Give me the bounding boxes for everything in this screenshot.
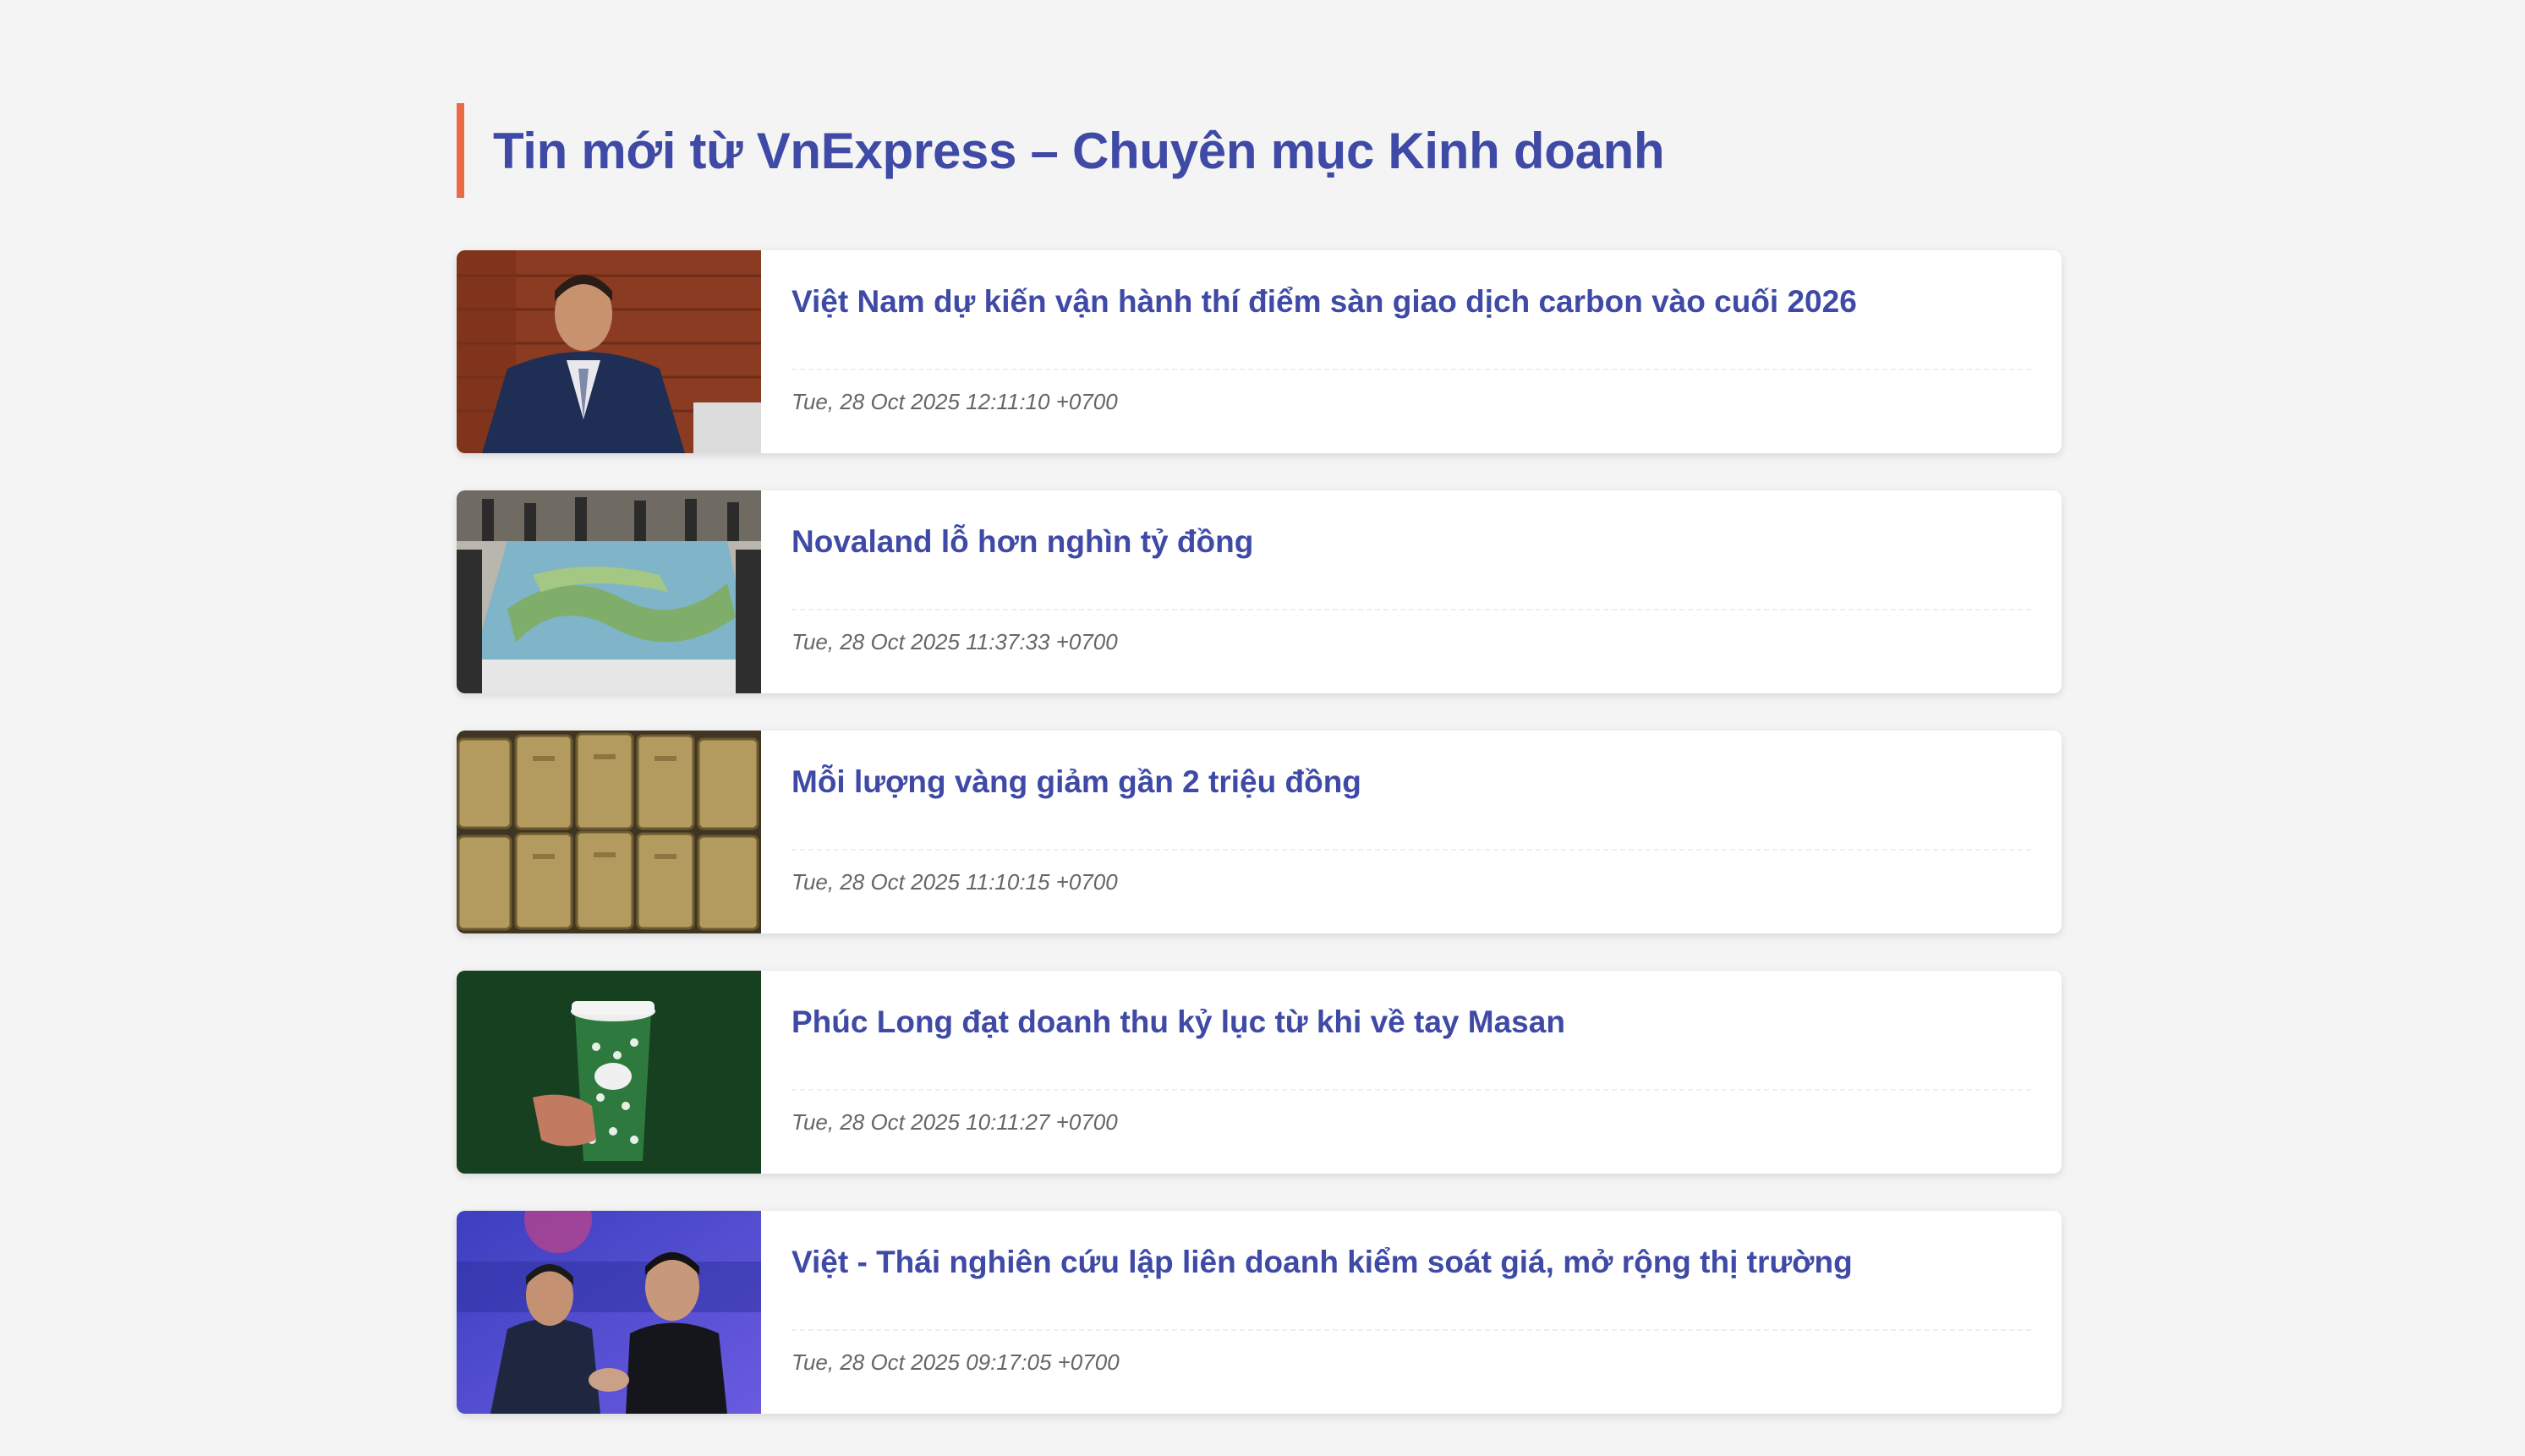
news-date: Tue, 28 Oct 2025 09:17:05 +0700 [791,1349,1120,1375]
gold-bars-photo[interactable] [457,731,761,933]
news-card[interactable]: Việt Nam dự kiến vận hành thí điểm sàn g… [457,250,2062,453]
news-title-link[interactable]: Việt - Thái nghiên cứu lập liên doanh ki… [791,1211,2031,1329]
news-date: Tue, 28 Oct 2025 10:11:27 +0700 [791,1109,1118,1135]
news-card-body: Mỗi lượng vàng giảm gần 2 triệu đồng Tue… [761,731,2062,933]
news-card-body: Phúc Long đạt doanh thu kỷ lục từ khi về… [761,971,2062,1174]
news-list: Việt Nam dự kiến vận hành thí điểm sàn g… [457,250,2062,1451]
news-card[interactable]: Mỗi lượng vàng giảm gần 2 triệu đồng Tue… [457,731,2062,933]
page-title: Tin mới từ VnExpress – Chuyên mục Kinh d… [457,103,1665,198]
handshake-photo[interactable] [457,1211,761,1414]
news-title-link[interactable]: Novaland lỗ hơn nghìn tỷ đồng [791,490,2031,609]
speaker-at-podium-photo[interactable] [457,250,761,453]
news-card-body: Novaland lỗ hơn nghìn tỷ đồng Tue, 28 Oc… [761,490,2062,693]
coffee-cup-photo[interactable] [457,971,761,1174]
news-date: Tue, 28 Oct 2025 11:10:15 +0700 [791,869,1118,895]
news-title-link[interactable]: Mỗi lượng vàng giảm gần 2 triệu đồng [791,731,2031,849]
news-card[interactable]: Phúc Long đạt doanh thu kỷ lục từ khi về… [457,971,2062,1174]
news-card-body: Việt Nam dự kiến vận hành thí điểm sàn g… [761,250,2062,453]
news-card-body: Việt - Thái nghiên cứu lập liên doanh ki… [761,1211,2062,1414]
news-card[interactable]: Việt - Thái nghiên cứu lập liên doanh ki… [457,1211,2062,1414]
news-date: Tue, 28 Oct 2025 11:37:33 +0700 [791,629,1118,654]
news-title-link[interactable]: Phúc Long đạt doanh thu kỷ lục từ khi về… [791,971,2031,1089]
news-card[interactable]: Novaland lỗ hơn nghìn tỷ đồng Tue, 28 Oc… [457,490,2062,693]
news-date: Tue, 28 Oct 2025 12:11:10 +0700 [791,389,1118,414]
news-title-link[interactable]: Việt Nam dự kiến vận hành thí điểm sàn g… [791,250,2031,369]
real-estate-model-photo[interactable] [457,490,761,693]
